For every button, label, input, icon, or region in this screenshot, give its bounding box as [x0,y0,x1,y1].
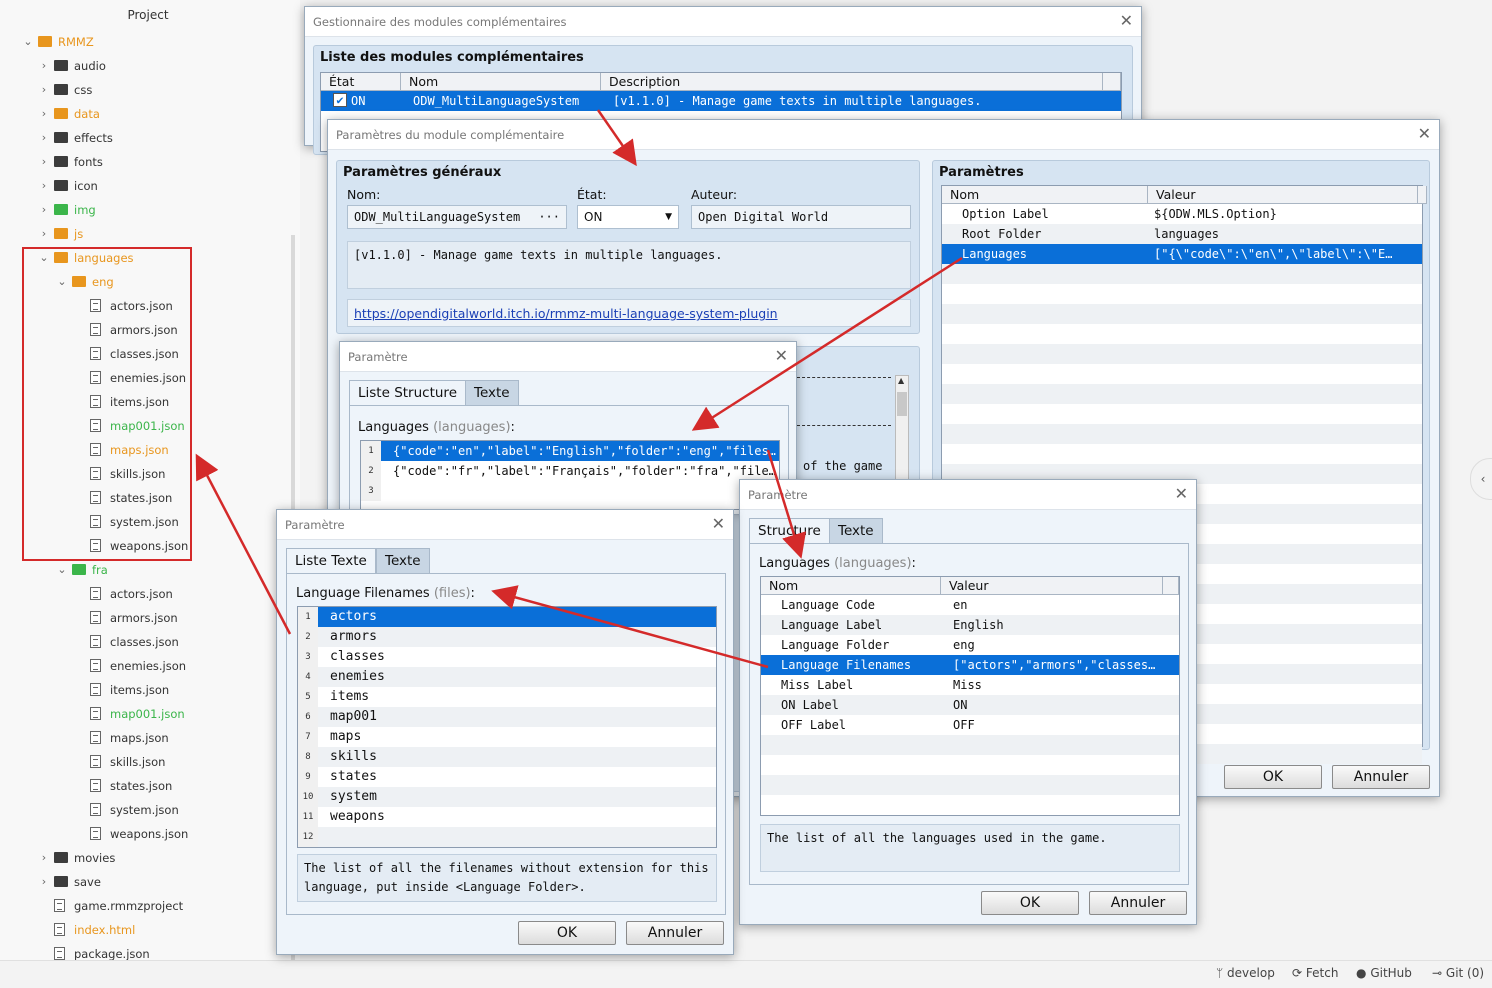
arrow-to-filenames [491,585,769,669]
arrow-to-folder [195,453,292,635]
annotation-arrows [195,109,963,669]
arrow-to-languages [691,256,963,431]
arrow-to-params [596,109,637,167]
arrow-to-structure [766,449,807,559]
